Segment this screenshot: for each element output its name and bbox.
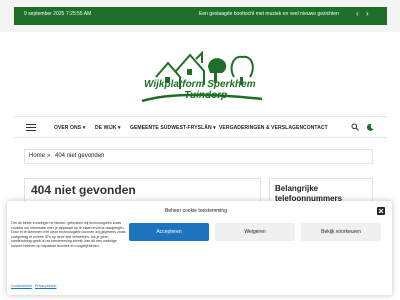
- breadcrumb: Home » 404 niet gevonden: [24, 149, 373, 164]
- nav-item-label: GEMEENTE SÚDWEST-FRYSLÂN: [130, 125, 212, 131]
- breadcrumb-current: 404 niet gevonden: [55, 153, 105, 159]
- privacy-policy-link[interactable]: Privacybeleid: [35, 284, 56, 288]
- page-title: 404 niet gevonden: [31, 183, 136, 197]
- chevron-down-icon: ▾: [118, 125, 121, 131]
- logo-houses-icon: Wijkplatform Sperkhem - Tuindorp: [141, 50, 263, 103]
- news-ticker-headline[interactable]: Een geslaagde boottocht met muziek en ve…: [199, 11, 339, 17]
- close-icon[interactable]: [377, 207, 385, 215]
- search-icon[interactable]: [351, 123, 359, 131]
- deny-button[interactable]: Weigeren: [215, 223, 295, 241]
- hamburger-menu-icon[interactable]: [26, 124, 36, 131]
- current-date: 9 september 2025: [24, 11, 65, 17]
- nav-item-over-ons[interactable]: OVER ONS ▾: [54, 125, 85, 131]
- site-logo[interactable]: Wijkplatform Sperkhem - Tuindorp: [138, 37, 265, 105]
- chevron-down-icon: ▾: [213, 125, 216, 131]
- accept-button[interactable]: Accepteren: [129, 223, 209, 241]
- moon-icon[interactable]: [366, 123, 374, 131]
- nav-item-vergaderingen[interactable]: VERGADERINGEN & VERSLAGEN: [219, 125, 303, 131]
- breadcrumb-home[interactable]: Home: [29, 153, 45, 159]
- logo-text-line2: - Tuindorp: [178, 90, 227, 101]
- chevron-down-icon: ▾: [82, 125, 86, 131]
- breadcrumb-separator: »: [47, 153, 51, 159]
- nav-item-label: DE WIJK: [95, 125, 117, 131]
- ticker-next-icon[interactable]: ›: [366, 9, 369, 19]
- top-bar: 9 september 2025 7:25:55 AM Een geslaagd…: [0, 0, 400, 32]
- nav-item-de-wijk[interactable]: DE WIJK ▾: [95, 125, 121, 131]
- logo-text-line1: Wijkplatform Sperkhem: [144, 79, 256, 90]
- nav-item-label: OVER ONS: [54, 125, 82, 131]
- nav-item-contact[interactable]: CONTACT: [303, 125, 328, 131]
- main-navigation: OVER ONS ▾ DE WIJK ▾ GEMEENTE SÚDWEST-FR…: [14, 116, 387, 138]
- ticker-prev-icon[interactable]: ‹: [356, 9, 359, 19]
- view-preferences-button[interactable]: Bekijk voorkeuren: [301, 223, 381, 241]
- nav-item-gemeente[interactable]: GEMEENTE SÚDWEST-FRYSLÂN ▾: [130, 125, 216, 131]
- cookie-message: Om de beste ervaringen te bieden, gebrui…: [11, 221, 126, 248]
- cookie-title: Beheer cookie toestemming: [165, 208, 227, 214]
- cookie-policy-link[interactable]: Cookiebeleid: [11, 284, 32, 288]
- cookie-consent-banner: Beheer cookie toestemming Om de beste er…: [7, 201, 392, 295]
- current-time: 7:25:55 AM: [66, 11, 92, 17]
